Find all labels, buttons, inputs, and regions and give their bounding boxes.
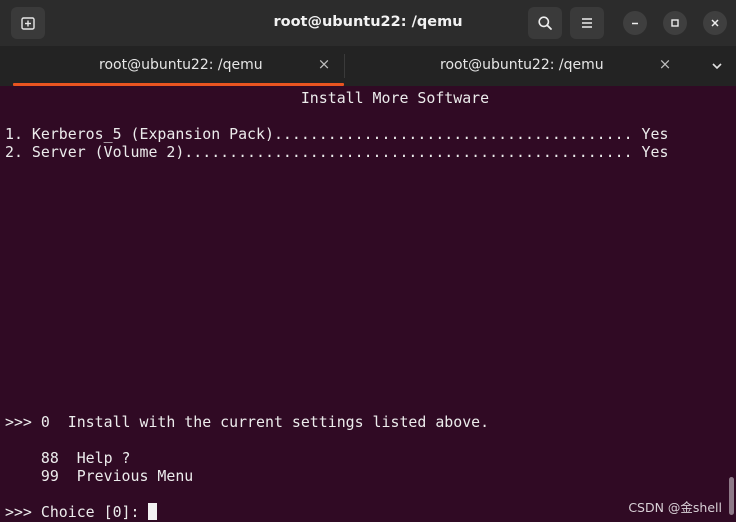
minimize-button[interactable] — [623, 11, 647, 35]
minimize-icon — [632, 22, 638, 25]
tab-2-close-icon[interactable]: × — [657, 56, 673, 72]
choice-prompt-text: >>> Choice [0]: — [5, 503, 149, 521]
close-icon — [711, 19, 719, 27]
scrollbar[interactable] — [729, 477, 734, 515]
menu-button[interactable] — [570, 7, 604, 39]
tab-bar: root@ubuntu22: /qemu × root@ubuntu22: /q… — [0, 46, 736, 86]
tab-1-close-icon[interactable]: × — [316, 56, 332, 72]
title-bar: root@ubuntu22: /qemu — [0, 0, 736, 46]
tab-2-label: root@ubuntu22: /qemu — [440, 57, 604, 73]
menu-heading: Install More Software — [5, 89, 490, 107]
new-tab-icon — [21, 17, 35, 30]
option-install: >>> 0 Install with the current settings … — [5, 413, 490, 431]
chevron-down-icon — [712, 63, 722, 70]
terminal-window: root@ubuntu22: /qemu root@ubuntu22: /qem… — [0, 0, 736, 522]
tab-1[interactable]: root@ubuntu22: /qemu × — [13, 46, 344, 86]
tabs-dropdown-button[interactable] — [703, 46, 731, 86]
tab-1-label: root@ubuntu22: /qemu — [99, 57, 263, 73]
hamburger-menu-icon — [582, 18, 592, 28]
watermark: CSDN @金shell — [628, 500, 722, 515]
option-previous: 99 Previous Menu — [5, 467, 194, 485]
maximize-icon — [671, 19, 679, 27]
search-icon — [538, 16, 552, 30]
close-button[interactable] — [703, 11, 727, 35]
search-button[interactable] — [528, 7, 562, 39]
option-help: 88 Help ? — [5, 449, 131, 467]
new-tab-button[interactable] — [11, 7, 45, 39]
software-item-2: 2. Server (Volume 2)....................… — [5, 143, 669, 161]
terminal-output[interactable]: Install More Software 1. Kerberos_5 (Exp… — [0, 86, 736, 522]
tab-2[interactable]: root@ubuntu22: /qemu × — [345, 46, 685, 86]
text-cursor — [148, 503, 158, 520]
maximize-button[interactable] — [663, 11, 687, 35]
software-item-1: 1. Kerberos_5 (Expansion Pack)..........… — [5, 125, 669, 143]
choice-prompt[interactable]: >>> Choice [0]: — [5, 503, 158, 521]
